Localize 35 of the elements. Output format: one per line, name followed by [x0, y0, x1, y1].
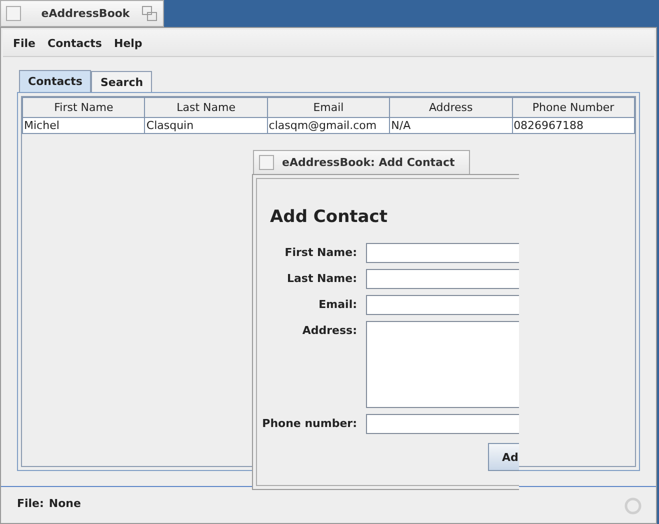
input-field[interactable]: [366, 295, 519, 315]
field-label: Email:: [318, 297, 357, 311]
table-cell: N/A: [390, 118, 512, 134]
table-cell: Michel: [22, 118, 145, 134]
busy-indicator-icon: [624, 497, 642, 515]
field-label: Phone number:: [261, 416, 357, 430]
tab[interactable]: Search: [91, 71, 152, 92]
add-button[interactable]: Ad: [488, 443, 519, 471]
column-header[interactable]: Phone Number: [512, 98, 634, 118]
field-label: First Name:: [284, 245, 357, 259]
column-header[interactable]: Email: [267, 98, 390, 118]
status-value: None: [48, 497, 81, 510]
input-field[interactable]: [366, 414, 519, 434]
menu-item[interactable]: Help: [108, 36, 148, 50]
menu-item[interactable]: File: [7, 36, 42, 50]
input-field[interactable]: [366, 243, 519, 263]
maximize-icon[interactable]: [142, 6, 157, 21]
dialog-heading: Add Contact: [270, 207, 388, 227]
window-menu-button[interactable]: [6, 6, 21, 21]
status-label: File:: [17, 497, 44, 510]
table-cell: Clasquin: [144, 118, 268, 134]
tab[interactable]: Contacts: [19, 70, 92, 92]
dialog-title: eAddressBook: Add Contact: [282, 156, 455, 169]
field-label: Address:: [301, 323, 357, 337]
field-label: Last Name:: [286, 271, 357, 285]
column-header[interactable]: Address: [390, 98, 512, 118]
input-field[interactable]: [366, 269, 519, 289]
column-header[interactable]: First Name: [22, 98, 145, 118]
column-header[interactable]: Last Name: [144, 98, 268, 118]
window-title: eAddressBook: [40, 7, 131, 20]
window-menu-button[interactable]: [259, 155, 274, 170]
menu-item[interactable]: Contacts: [42, 36, 108, 50]
table-cell: clasqm@gmail.com: [267, 118, 390, 134]
text-area[interactable]: [366, 321, 519, 408]
table-cell: 0826967188: [512, 118, 634, 134]
